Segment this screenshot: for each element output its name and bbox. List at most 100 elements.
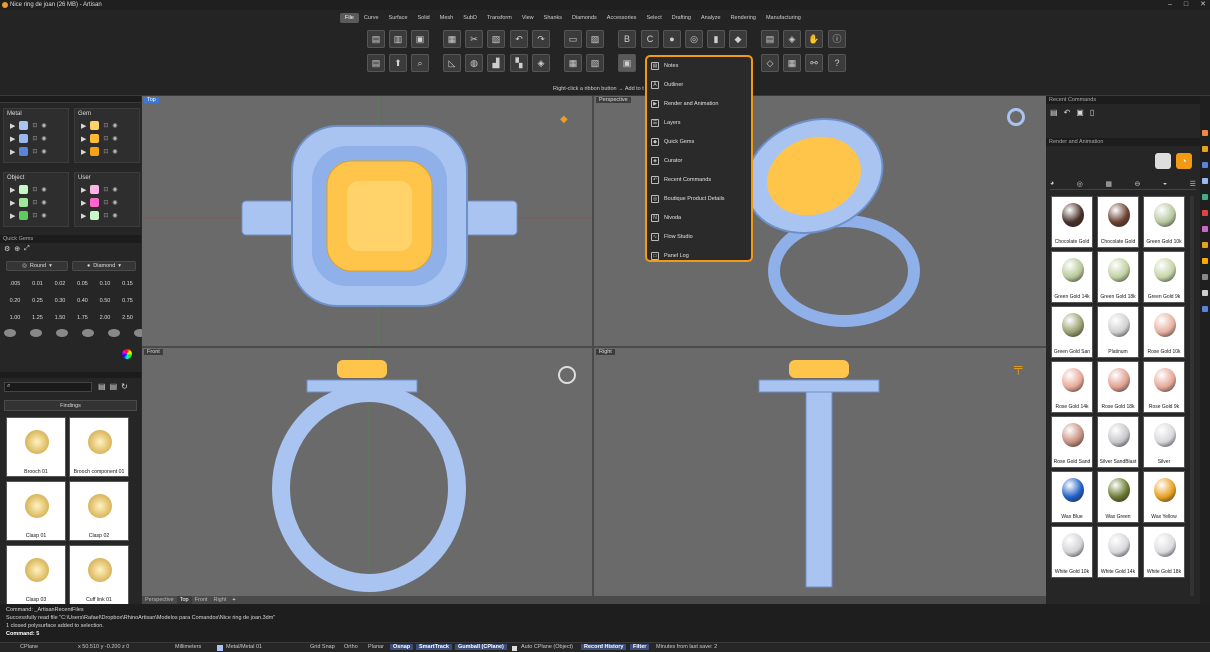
layer-row[interactable]: ▶ ⊡ ◉ [75,183,139,196]
material-thumbnail[interactable]: White Gold 18k [1143,526,1185,578]
popup-item-curator[interactable]: ◈ Curator [651,153,749,169]
ribbon-tool-button[interactable]: ▤ [367,30,385,48]
ribbon-tool-button[interactable]: ▥ [389,30,407,48]
material-thumbnail[interactable]: Green Gold 10k [1143,196,1185,248]
popup-item-quick-gems[interactable]: ◆ Quick Gems [651,134,749,150]
planar-toggle[interactable]: Planar [368,644,384,650]
material-thumbnail[interactable]: Green Gold 14k [1051,251,1093,303]
eye-icon[interactable]: ◉ [41,212,46,219]
layer-color-swatch[interactable] [19,134,29,143]
layer-color-swatch[interactable] [90,198,100,207]
auto-cplane-status[interactable]: Auto CPlane (Object) [521,644,573,650]
gem-shape-icon[interactable] [82,329,94,337]
finding-thumbnail[interactable]: Cuff link 01 [69,545,129,605]
ribbon-tool-button[interactable]: ↷ [532,30,550,48]
panel-grip[interactable] [0,372,141,378]
menu-rendering[interactable]: Rendering [726,13,761,23]
viewport-front[interactable]: Front [142,348,592,596]
gem-size-button[interactable]: 0.10 [95,279,115,289]
side-tool-icon[interactable] [1202,274,1208,280]
side-tool-icon[interactable] [1202,210,1208,216]
units-status[interactable]: Millimeters [175,644,201,650]
material-thumbnail[interactable]: Chocolate Gold [1051,196,1093,248]
smarttrack-toggle[interactable]: SmartTrack [416,644,452,650]
ribbon-tool-button[interactable]: ▟ [487,54,505,72]
ribbon-tool-button[interactable]: ⚯ [805,54,823,72]
command-prompt[interactable]: Command: 5 [6,630,1204,638]
gem-size-button[interactable]: 2.00 [95,313,115,323]
material-thumbnail[interactable]: Silver SandBlast [1097,416,1139,468]
play-icon[interactable]: ▶ [81,122,86,130]
eye-icon[interactable]: ◉ [112,135,117,142]
play-icon[interactable]: ▶ [81,186,86,194]
gem-size-button[interactable]: 0.15 [118,279,138,289]
gumball-toggle[interactable]: Gumball (CPlane) [455,644,507,650]
ribbon-tool-button[interactable]: ↶ [510,30,528,48]
menu-file[interactable]: File [340,13,359,23]
ribbon-tool-button[interactable]: ▦ [443,30,461,48]
side-tool-icon[interactable] [1202,194,1208,200]
ribbon-tool-button[interactable]: ▭ [564,30,582,48]
menu-transform[interactable]: Transform [482,13,517,23]
gem-size-button[interactable]: 1.00 [5,313,25,323]
material-thumbnail[interactable]: Wax Blue [1051,471,1093,523]
menu-select[interactable]: Select [641,13,666,23]
viewport-right[interactable]: Right ╤ [594,348,1046,596]
popup-item-render-and-animation[interactable]: ▶ Render and Animation [651,96,749,112]
lock-icon[interactable]: ⊡ [32,212,37,219]
ribbon-tool-button[interactable]: ◆ [729,30,747,48]
play-icon[interactable]: ▶ [81,199,86,207]
ribbon-tool-button[interactable]: ◈ [532,54,550,72]
gem-settings-icon[interactable]: ⚙ [4,245,10,253]
gem-shape-icon[interactable] [108,329,120,337]
finding-thumbnail[interactable]: Brooch 01 [6,417,66,477]
panel-grip[interactable] [0,96,141,103]
side-tool-icon[interactable] [1202,242,1208,248]
menu-diamonds[interactable]: Diamonds [567,13,602,23]
menu-shanks[interactable]: Shanks [539,13,567,23]
layer-status[interactable]: Metal/Metal 01 [226,644,262,650]
ribbon-tool-button[interactable]: ◍ [465,54,483,72]
ribbon-tool-button[interactable]: ▧ [487,30,505,48]
ribbon-tool-button[interactable]: ● [663,30,681,48]
cplane-status[interactable]: CPlane [20,644,38,650]
auto-cplane-checkbox[interactable] [512,646,517,651]
side-tool-icon[interactable] [1202,226,1208,232]
findings-search-input[interactable]: ⌕ [4,382,92,392]
ribbon-tool-button[interactable]: ▦ [564,54,582,72]
refresh-icon[interactable]: ↻ [121,382,128,391]
save-icon[interactable]: ▣ [1076,108,1084,117]
layer-row[interactable]: ▶ ⊡ ◉ [75,132,139,145]
ribbon-tool-button[interactable]: B [618,30,636,48]
eye-icon[interactable]: ◉ [41,199,46,206]
popup-item-boutique-product-details[interactable]: ◎ Boutique Product Details [651,191,749,207]
menu-manufacturing[interactable]: Manufacturing [761,13,806,23]
ribbon-tool-button[interactable]: ✋ [805,30,823,48]
paste-icon[interactable]: ▤ [1050,108,1058,117]
play-icon[interactable]: ▶ [10,148,15,156]
lock-icon[interactable]: ⊡ [32,135,37,142]
material-thumbnail[interactable]: Silver [1143,416,1185,468]
ribbon-tool-button[interactable]: ⌕ [411,54,429,72]
gem-size-button[interactable]: 1.50 [50,313,70,323]
gem-size-button[interactable]: 0.01 [28,279,48,289]
layer-row[interactable]: ▶ ⊡ ◉ [75,196,139,209]
play-icon[interactable]: ▶ [81,148,86,156]
popup-item-notes[interactable]: ▤ Notes [651,58,749,74]
layer-color-swatch[interactable] [19,147,29,156]
layer-row[interactable]: ▶ ⊡ ◉ [4,196,68,209]
menu-mesh[interactable]: Mesh [435,13,458,23]
popup-item-nivoda[interactable]: N Nivoda [651,210,749,226]
close-icon[interactable]: ✕ [1200,0,1206,10]
document-icon[interactable]: ▯ [1090,108,1094,117]
ribbon-tool-button[interactable]: C [641,30,659,48]
material-thumbnail[interactable]: White Gold 14k [1097,526,1139,578]
layer-row[interactable]: ▶ ⊡ ◉ [75,145,139,158]
material-thumbnail[interactable]: Rose Gold 9k [1143,361,1185,413]
finding-thumbnail[interactable]: Brooch component 01 [69,417,129,477]
gem-size-button[interactable]: 0.75 [118,296,138,306]
play-icon[interactable]: ▶ [81,135,86,143]
eye-icon[interactable]: ◉ [112,199,117,206]
gem-size-button[interactable]: 0.20 [5,296,25,306]
side-tool-icon[interactable] [1202,146,1208,152]
